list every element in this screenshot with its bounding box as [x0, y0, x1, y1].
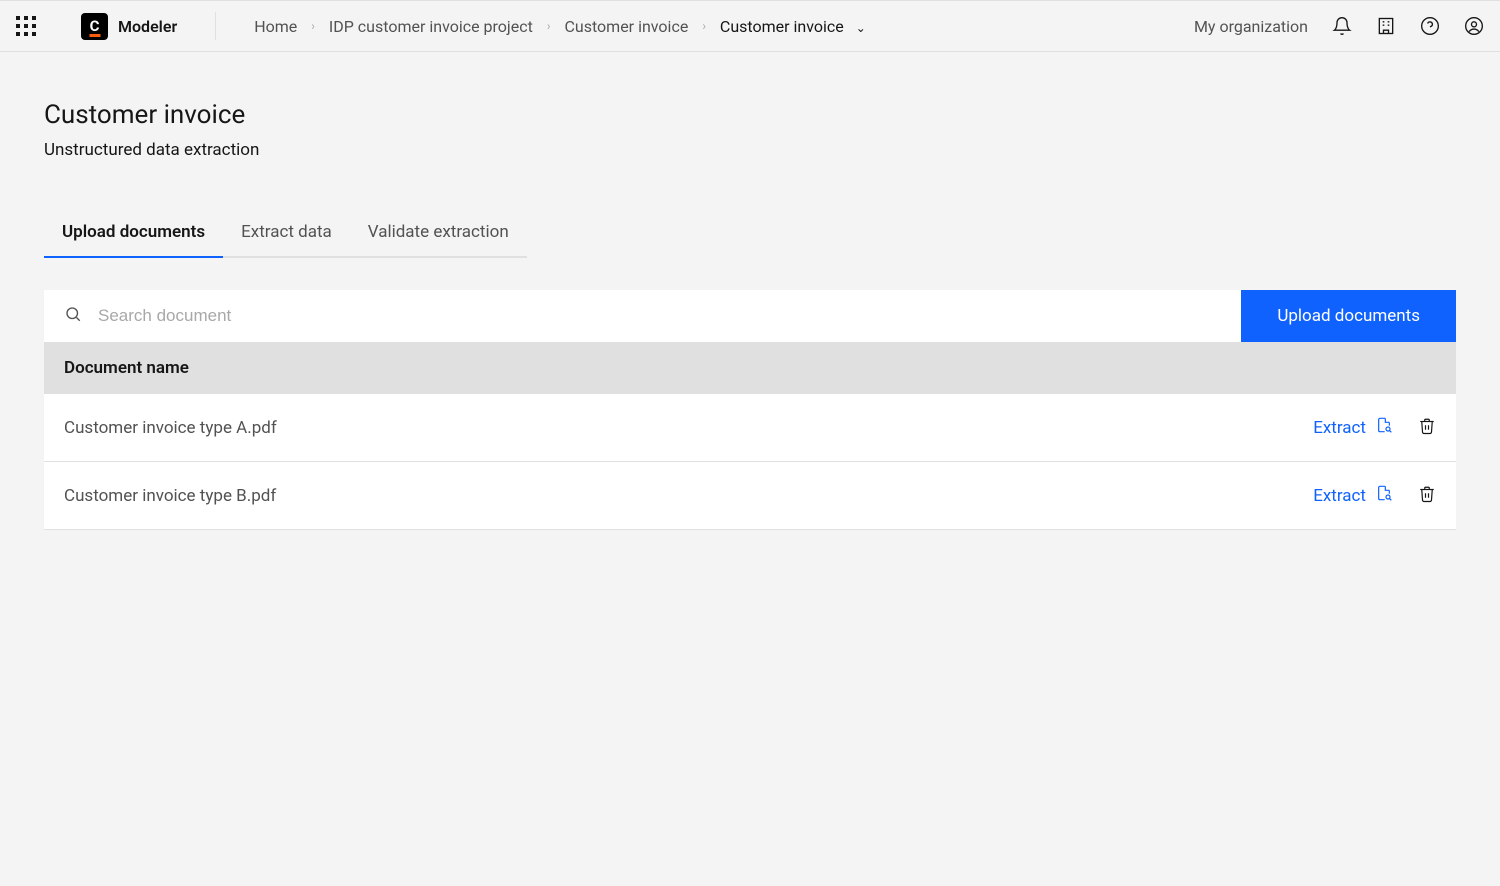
page-content: Customer invoice Unstructured data extra…	[0, 52, 1500, 578]
breadcrumb-home[interactable]: Home	[254, 17, 297, 36]
row-actions: Extract	[1313, 417, 1436, 439]
tabs: Upload documents Extract data Validate e…	[44, 208, 1456, 258]
extract-label: Extract	[1313, 418, 1366, 438]
table-row: Customer invoice type A.pdf Extract	[44, 394, 1456, 462]
search-wrap	[44, 290, 1241, 342]
table-row: Customer invoice type B.pdf Extract	[44, 462, 1456, 530]
trash-icon	[1418, 485, 1436, 507]
toolbar: Upload documents	[44, 290, 1456, 342]
delete-button[interactable]	[1418, 417, 1436, 439]
building-icon[interactable]	[1376, 16, 1396, 36]
brand-logo-icon: C	[81, 13, 108, 40]
breadcrumb-project[interactable]: IDP customer invoice project	[329, 17, 533, 36]
trash-icon	[1418, 417, 1436, 439]
tab-validate-extraction[interactable]: Validate extraction	[350, 208, 527, 258]
tab-upload-documents[interactable]: Upload documents	[44, 208, 223, 258]
chevron-right-icon: ›	[311, 19, 315, 33]
brand[interactable]: C Modeler	[81, 13, 177, 40]
search-input[interactable]	[98, 306, 1221, 326]
table-header-document-name: Document name	[44, 342, 1456, 394]
row-actions: Extract	[1313, 485, 1436, 507]
bell-icon[interactable]	[1332, 16, 1352, 36]
topbar: C Modeler Home › IDP customer invoice pr…	[0, 0, 1500, 52]
upload-documents-button[interactable]: Upload documents	[1241, 290, 1456, 342]
tab-extract-data[interactable]: Extract data	[223, 208, 350, 258]
extract-button[interactable]: Extract	[1313, 417, 1392, 438]
breadcrumbs: Home › IDP customer invoice project › Cu…	[254, 17, 866, 36]
organization-link[interactable]: My organization	[1194, 17, 1308, 36]
extract-button[interactable]: Extract	[1313, 485, 1392, 506]
document-extract-icon	[1376, 485, 1392, 506]
breadcrumb-current-label: Customer invoice	[720, 17, 844, 36]
chevron-right-icon: ›	[547, 19, 551, 33]
delete-button[interactable]	[1418, 485, 1436, 507]
chevron-down-icon: ⌄	[856, 21, 866, 35]
divider	[215, 12, 216, 40]
page-subtitle: Unstructured data extraction	[44, 140, 1456, 160]
apps-grid-icon[interactable]	[16, 16, 36, 36]
extract-label: Extract	[1313, 486, 1366, 506]
breadcrumb-file[interactable]: Customer invoice	[564, 17, 688, 36]
topbar-left: C Modeler	[16, 13, 177, 40]
document-extract-icon	[1376, 417, 1392, 438]
search-icon	[64, 305, 82, 327]
page-title: Customer invoice	[44, 100, 1456, 130]
chevron-right-icon: ›	[702, 19, 706, 33]
breadcrumb-current[interactable]: Customer invoice ⌄	[720, 17, 866, 36]
help-icon[interactable]	[1420, 16, 1440, 36]
user-icon[interactable]	[1464, 16, 1484, 36]
topbar-right: My organization	[1194, 16, 1484, 36]
document-name: Customer invoice type A.pdf	[64, 418, 1313, 438]
document-name: Customer invoice type B.pdf	[64, 486, 1313, 506]
brand-name: Modeler	[118, 17, 177, 36]
